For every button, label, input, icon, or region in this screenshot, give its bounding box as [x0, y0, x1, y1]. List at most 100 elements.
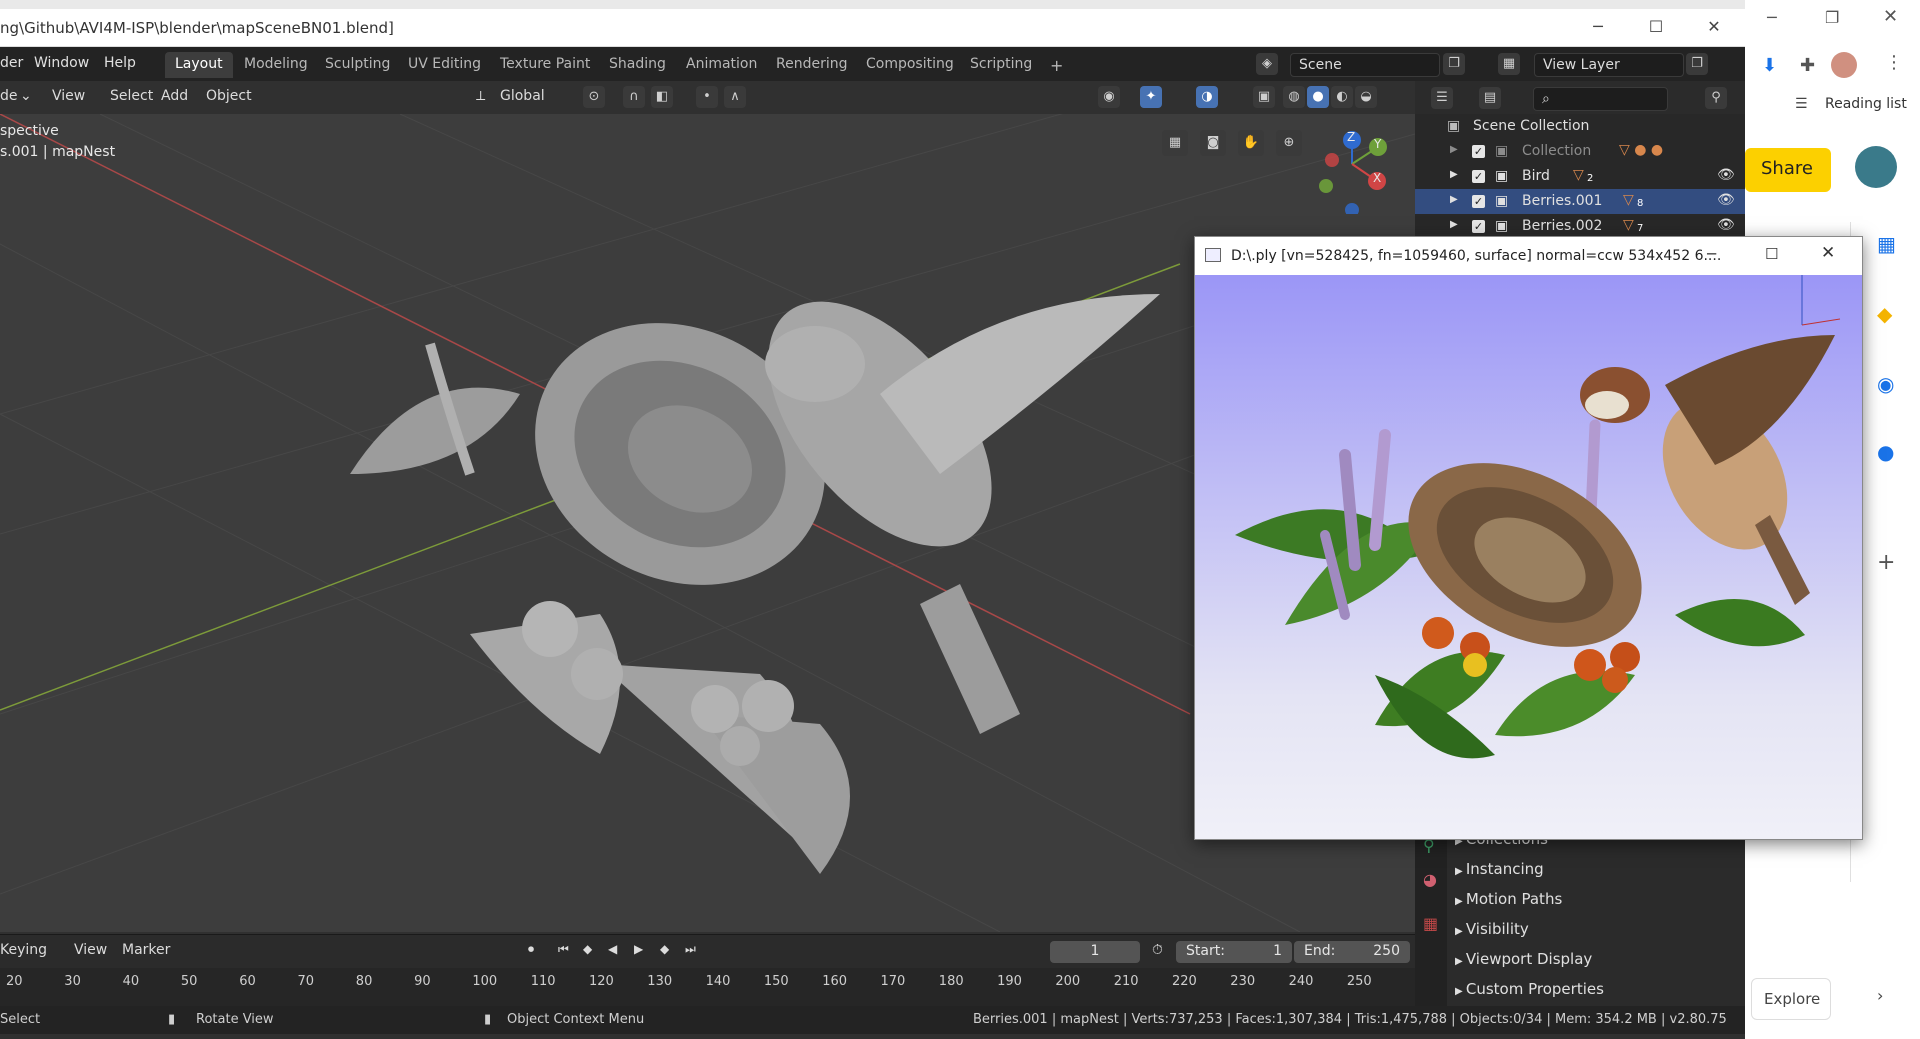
reading-list-link[interactable]: Reading list — [1825, 96, 1907, 112]
eye-icon[interactable]: 👁 — [1717, 217, 1735, 233]
tab-rendering[interactable]: Rendering — [766, 52, 858, 78]
properties-row[interactable]: ▶ Motion Paths — [1455, 890, 1740, 918]
play-icon[interactable]: ▶ — [634, 942, 643, 956]
expand-arrow-icon[interactable]: ▶ — [1450, 194, 1458, 205]
view-layer-browse-icon[interactable]: ▦ — [1498, 53, 1520, 75]
solid-shading-icon[interactable]: ● — [1307, 86, 1329, 108]
expand-arrow-icon[interactable]: ▶ — [1450, 144, 1458, 155]
keep-icon[interactable]: ◆ — [1877, 302, 1892, 326]
minimize-button[interactable]: ─ — [1707, 245, 1716, 263]
menu-select[interactable]: Select — [110, 88, 153, 104]
checkbox[interactable]: ✓ — [1472, 195, 1485, 208]
extensions-icon[interactable]: ✚ — [1800, 55, 1815, 76]
proportional-icon[interactable]: • — [696, 86, 718, 108]
gizmo-icon[interactable]: ✦ — [1140, 86, 1162, 108]
wireframe-shading-icon[interactable]: ◍ — [1283, 86, 1305, 108]
pivot-icon[interactable]: ⊙ — [583, 86, 605, 108]
camera-icon[interactable]: ◙ — [1200, 130, 1226, 156]
checkbox[interactable]: ✓ — [1472, 170, 1485, 183]
view-layer-field[interactable]: View Layer — [1534, 53, 1684, 77]
close-button[interactable]: ✕ — [1883, 6, 1898, 27]
properties-row[interactable]: ▶ Visibility — [1455, 920, 1740, 948]
profile-avatar[interactable] — [1831, 52, 1857, 78]
tab-texture-paint[interactable]: Texture Paint — [490, 52, 600, 78]
grid-view-icon[interactable]: ▦ — [1162, 130, 1188, 156]
checkbox[interactable]: ✓ — [1472, 145, 1485, 158]
outliner-row[interactable]: ▶ ✓ ▣ Bird ▽ 2 👁 — [1415, 164, 1745, 189]
texture-icon[interactable]: ▦ — [1423, 914, 1438, 933]
maximize-button[interactable]: ☐ — [1765, 245, 1778, 263]
maximize-button[interactable]: ☐ — [1638, 17, 1674, 39]
falloff-icon[interactable]: ∧ — [724, 86, 746, 108]
filter-icon[interactable]: ⚲ — [1705, 87, 1727, 109]
keying-dropdown[interactable]: Keying — [0, 942, 47, 958]
tab-compositing[interactable]: Compositing — [856, 52, 964, 78]
snap-target-icon[interactable]: ◧ — [651, 86, 673, 108]
tab-layout[interactable]: Layout — [165, 52, 233, 78]
display-mode-icon[interactable]: ▤ — [1479, 87, 1501, 109]
navigation-gizmo[interactable] — [1300, 114, 1410, 214]
scene-field[interactable]: Scene — [1290, 53, 1440, 77]
menu-window[interactable]: Window — [34, 55, 89, 71]
play-reverse-icon[interactable]: ◀ — [608, 942, 617, 956]
user-avatar[interactable] — [1855, 146, 1897, 188]
properties-row[interactable]: ▶ Viewport Display — [1455, 950, 1740, 978]
jump-start-icon[interactable]: ⏮ — [558, 942, 569, 957]
contacts-icon[interactable]: ● — [1877, 440, 1894, 464]
timeline-menu-marker[interactable]: Marker — [122, 942, 170, 958]
close-button[interactable]: ✕ — [1821, 243, 1835, 263]
properties-row[interactable]: ▶ Instancing — [1455, 860, 1740, 888]
timeline-ruler[interactable]: 20 30 40 50 60 70 80 90 100 110 120 130 140 150 160 170… — [0, 968, 1415, 1006]
menu-object[interactable]: Object — [206, 88, 252, 104]
outliner-row[interactable]: ▶ ✓ ▣ Berries.001 ▽ 8 👁 — [1415, 189, 1745, 214]
tab-scripting[interactable]: Scripting — [960, 52, 1042, 78]
checkbox[interactable]: ✓ — [1472, 220, 1485, 233]
outliner-row[interactable]: ▶ ✓ ▣ Collection ▽ ● ● — [1415, 139, 1745, 164]
menu-add[interactable]: Add — [161, 88, 188, 104]
current-frame-field[interactable]: 1 — [1050, 941, 1140, 963]
prev-keyframe-icon[interactable]: ◆ — [583, 942, 592, 956]
outliner-search-input[interactable]: ⌕ — [1533, 87, 1668, 111]
xray-icon[interactable]: ▣ — [1253, 86, 1275, 108]
eye-icon[interactable]: 👁 — [1717, 167, 1735, 183]
menu-help[interactable]: Help — [104, 55, 136, 71]
tasks-icon[interactable]: ◉ — [1877, 372, 1894, 396]
next-keyframe-icon[interactable]: ◆ — [660, 942, 669, 956]
material-shading-icon[interactable]: ◐ — [1331, 86, 1353, 108]
chevron-right-icon[interactable]: › — [1877, 986, 1883, 1005]
explore-button[interactable]: Explore — [1751, 978, 1831, 1020]
minimize-button[interactable]: ─ — [1580, 17, 1616, 39]
jump-end-icon[interactable]: ⏭ — [685, 942, 696, 957]
overlay-icon[interactable]: ◑ — [1196, 86, 1218, 108]
expand-arrow-icon[interactable]: ▶ — [1450, 219, 1458, 230]
tab-uv-editing[interactable]: UV Editing — [398, 52, 491, 78]
rendered-shading-icon[interactable]: ◒ — [1355, 86, 1377, 108]
add-icon[interactable]: + — [1877, 550, 1895, 575]
snap-icon[interactable]: ∩ — [623, 86, 645, 108]
zoom-icon[interactable]: ⊕ — [1276, 130, 1302, 156]
end-frame-field[interactable]: End: 250 — [1294, 941, 1410, 963]
close-button[interactable]: ✕ — [1696, 17, 1732, 39]
visibility-icon[interactable]: ◉ — [1098, 86, 1120, 108]
add-workspace-button[interactable]: + — [1040, 52, 1073, 78]
more-menu-icon[interactable]: ⋮ — [1885, 52, 1903, 73]
tab-sculpting[interactable]: Sculpting — [315, 52, 400, 78]
reading-list-icon[interactable]: ☰ — [1795, 96, 1808, 112]
tab-shading[interactable]: Shading — [599, 52, 676, 78]
share-button[interactable]: Share — [1745, 148, 1831, 192]
minimize-button[interactable]: ─ — [1767, 8, 1777, 27]
stopwatch-icon[interactable]: ⏱ — [1152, 942, 1163, 958]
viewer-canvas[interactable] — [1195, 275, 1862, 839]
start-frame-field[interactable]: Start: 1 — [1176, 941, 1292, 963]
record-icon[interactable]: ⏺ — [528, 942, 534, 957]
transform-orientation-dropdown[interactable]: Global — [500, 88, 545, 104]
outliner-row[interactable]: ▣ Scene Collection — [1415, 114, 1745, 139]
download-icon[interactable]: ⬇ — [1762, 55, 1777, 76]
eye-icon[interactable]: 👁 — [1717, 192, 1735, 208]
properties-row[interactable]: ▶ Custom Properties — [1455, 980, 1740, 1008]
tab-modeling[interactable]: Modeling — [234, 52, 318, 78]
timeline-menu-view[interactable]: View — [74, 942, 107, 958]
material-icon[interactable]: ◕ — [1423, 870, 1437, 889]
hand-icon[interactable]: ✋ — [1238, 130, 1264, 156]
scene-browse-icon[interactable]: ◈ — [1256, 53, 1278, 75]
